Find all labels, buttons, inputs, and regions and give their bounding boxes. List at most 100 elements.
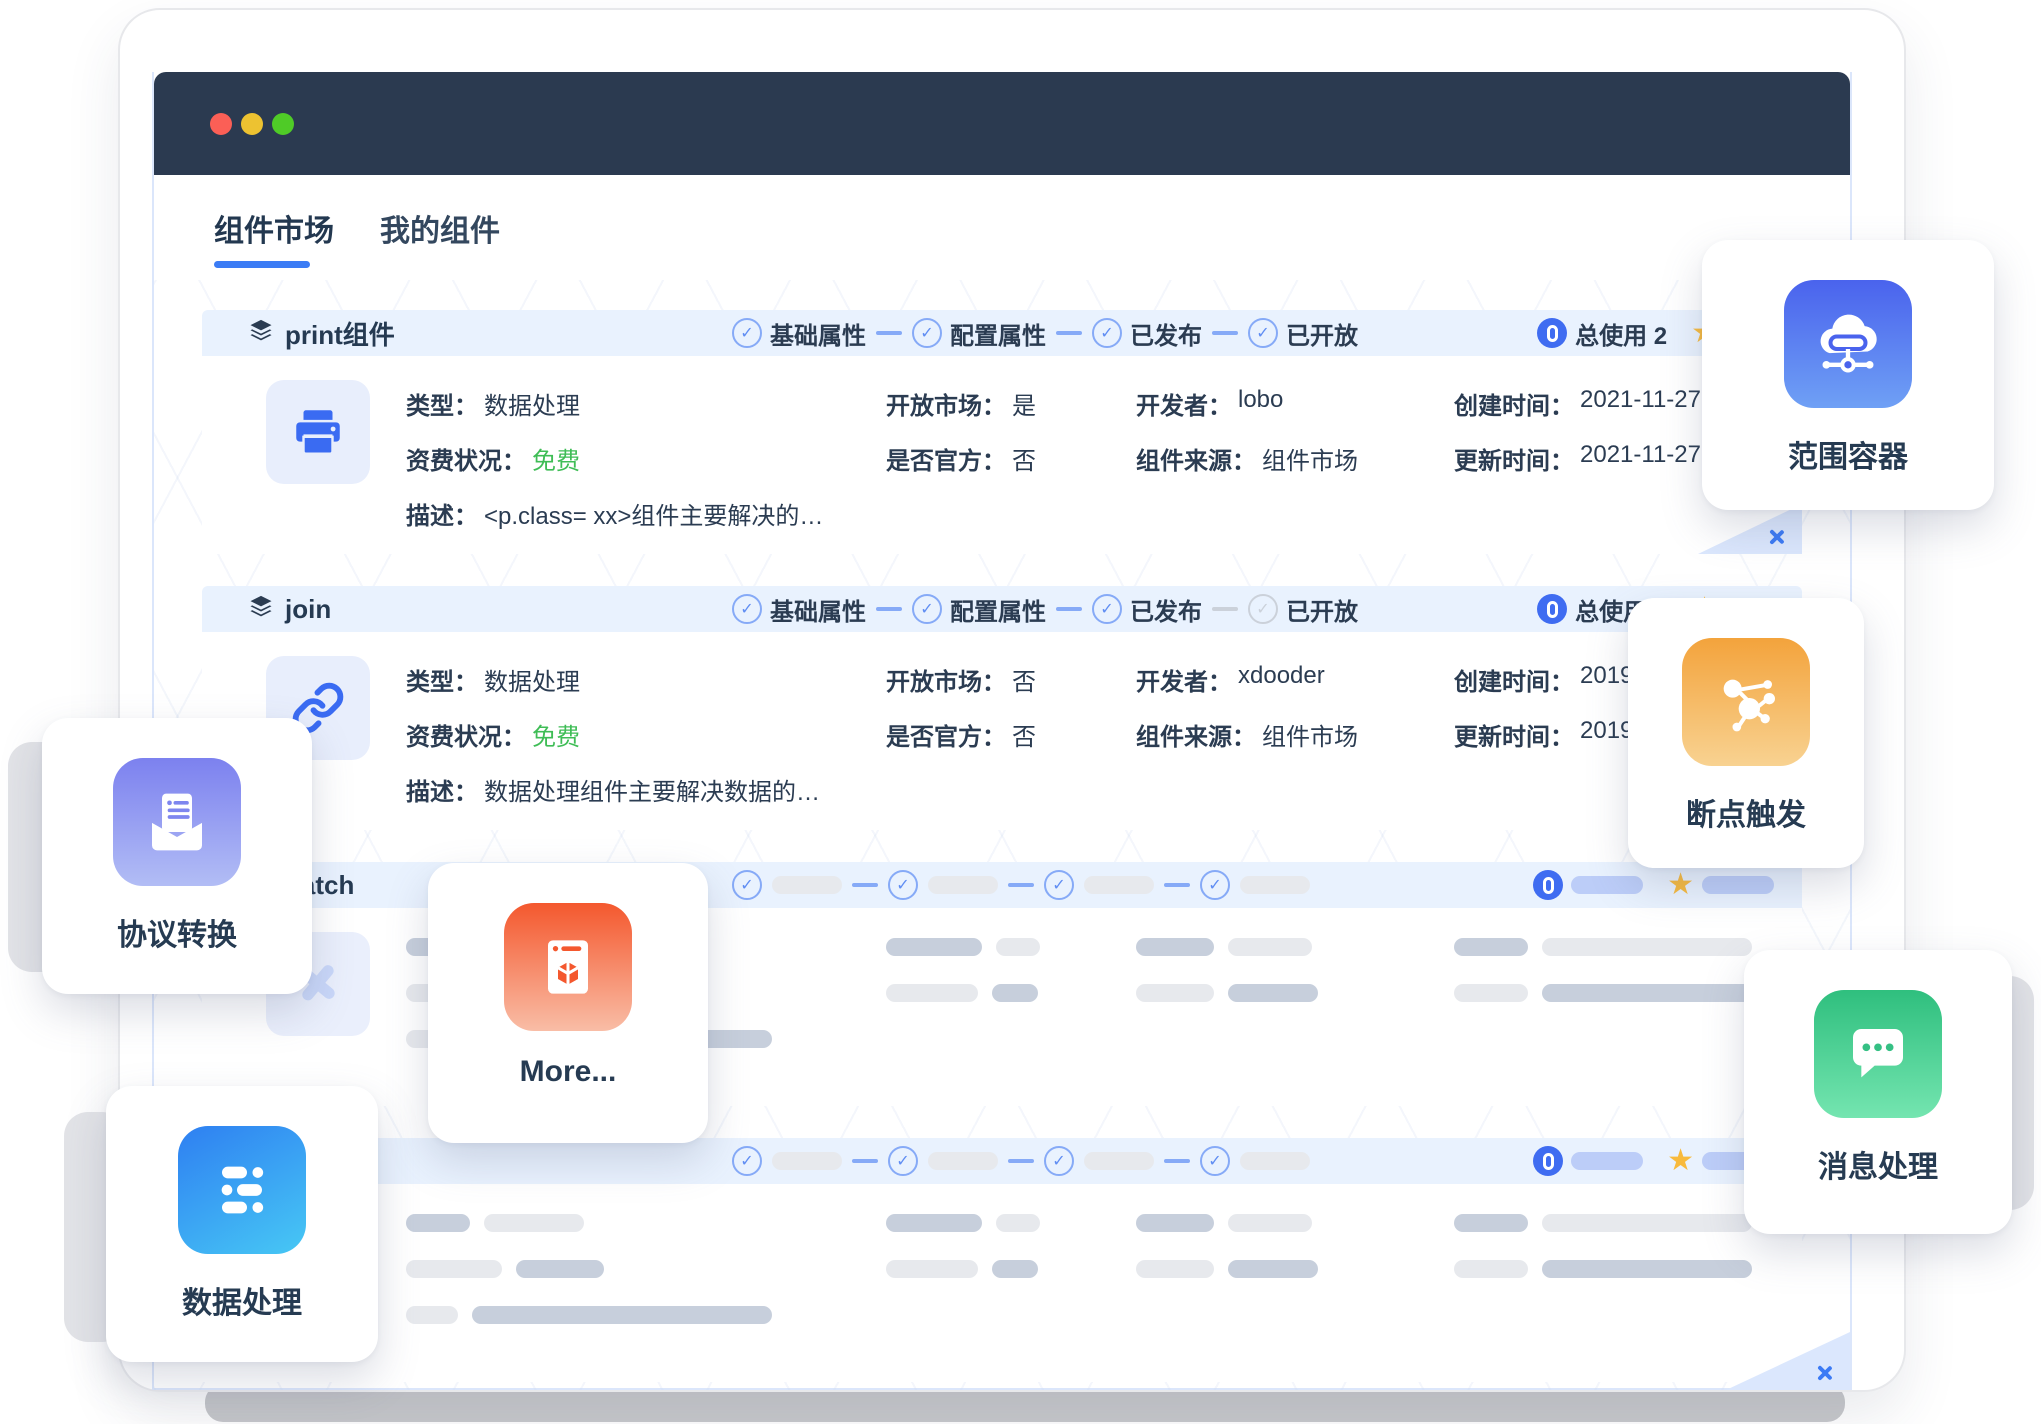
step-label: 配置属性 [950,592,1046,627]
placeholder-bar [772,876,842,894]
card-stats-skeleton: ★ [1533,870,1774,900]
close-window-button[interactable] [210,113,232,135]
placeholder-bar [992,1260,1038,1278]
tab-bar: 组件市场 我的组件 [154,175,1850,280]
check-icon: ✓ [888,870,918,900]
field-value: 免费 [532,441,580,476]
placeholder-bar [1454,1260,1528,1278]
check-icon: ✓ [1200,1146,1230,1176]
card-header: ✓ ✓ ✓ ✓ ★ [202,1138,1802,1184]
component-card-skeleton[interactable]: ✓ ✓ ✓ ✓ ★ [202,1138,1802,1382]
placeholder-bar [1571,876,1643,894]
field-value: 数据处理 [484,386,580,421]
component-card-print[interactable]: print组件 ✓基础属性 ✓配置属性 ✓已发布 ✓已开放 总使用 2 ★ 总评 [202,310,1802,554]
status-steps-skeleton: ✓ ✓ ✓ ✓ [732,1146,1310,1176]
placeholder-bar [1136,938,1214,956]
status-steps: ✓基础属性 ✓配置属性 ✓已发布 ✓已开放 [732,592,1358,627]
field-label: 资费状况： [406,717,526,752]
placeholder-bar [1228,984,1318,1002]
skeleton-column [1454,1208,1774,1306]
field-label: 类型： [406,662,478,697]
component-title: join [247,593,732,626]
step-connector [1212,607,1238,611]
check-icon: ✓ [1092,318,1122,348]
skeleton-column [1136,932,1454,1030]
placeholder-bar [406,1260,502,1278]
floating-card-data-processing[interactable]: 数据处理 [106,1086,378,1362]
field-label: 组件来源： [1136,717,1256,752]
check-icon: ✓ [732,1146,762,1176]
more-components-icon [504,903,632,1031]
placeholder-bar [1240,1152,1310,1170]
component-title: print组件 [247,315,732,352]
tab-my-components[interactable]: 我的组件 [380,175,500,280]
step-connector [1164,1159,1190,1163]
card-body: 类型：数据处理 资费状况：免费 描述：<p.class= xx>组件主要解决的…… [202,356,1802,554]
zoom-window-button[interactable] [272,113,294,135]
field-value: xdooder [1238,662,1325,697]
check-icon: ✓ [912,318,942,348]
usage-count-icon [1533,1146,1563,1176]
placeholder-bar [1702,876,1774,894]
field-column: 开发者：lobo 组件来源：组件市场 [1136,380,1454,496]
floating-card-label: 消息处理 [1818,1142,1938,1186]
minimize-window-button[interactable] [241,113,263,135]
star-icon: ★ [1667,1146,1694,1176]
placeholder-bar [992,984,1038,1002]
layers-icon [247,317,275,350]
check-icon: ✓ [912,594,942,624]
step-connector [1164,883,1190,887]
field-value: <p.class= xx>组件主要解决的… [484,496,823,531]
floating-card-protocol-conversion[interactable]: 协议转换 [42,718,312,994]
field-column: 类型：数据处理 资费状况：免费 描述：数据处理组件主要解决数据的… [406,656,886,827]
skeleton-column [1136,1208,1454,1306]
check-icon: ✓ [732,870,762,900]
field-label: 资费状况： [406,441,526,476]
placeholder-bar [1084,1152,1154,1170]
skeleton-column [886,1208,1136,1306]
field-label: 开发者： [1136,662,1232,697]
field-value: 数据处理组件主要解决数据的… [484,772,820,807]
field-label: 组件来源： [1136,441,1256,476]
floating-card-label: More... [520,1055,617,1089]
placeholder-bar [406,1306,458,1324]
card-body-skeleton [202,1184,1802,1382]
check-icon-inactive: ✓ [1248,594,1278,624]
step-connector [852,883,878,887]
floating-card-message-processing[interactable]: 消息处理 [1744,950,2012,1234]
layers-icon [247,593,275,626]
tab-label: 我的组件 [380,206,500,250]
card-header: join ✓基础属性 ✓配置属性 ✓已发布 ✓已开放 总使用 6 ★ 总评 [202,586,1802,632]
floating-card-more[interactable]: More... [428,863,708,1143]
field-value: 否 [1012,662,1036,697]
placeholder-bar [1542,1214,1752,1232]
component-card-join[interactable]: join ✓基础属性 ✓配置属性 ✓已发布 ✓已开放 总使用 6 ★ 总评 [202,586,1802,830]
placeholder-bar [516,1260,604,1278]
placeholder-bar [1136,1260,1214,1278]
field-column: 开发者：xdooder 组件来源：组件市场 [1136,656,1454,772]
floating-card-breakpoint-trigger[interactable]: 断点触发 [1628,598,1864,868]
window-titlebar [154,72,1850,175]
placeholder-bar [1136,1214,1214,1232]
card-corner-close[interactable] [1698,504,1802,554]
field-value: 组件市场 [1262,717,1358,752]
skeleton-column [1454,932,1774,1030]
page: 组件市场 我的组件 print组件 ✓基础属性 [0,0,2041,1424]
floating-card-label: 断点触发 [1686,790,1806,834]
floating-card-range-container[interactable]: 范围容器 [1702,240,1994,510]
check-icon: ✓ [1044,1146,1074,1176]
tab-component-market[interactable]: 组件市场 [214,175,334,280]
placeholder-bar [1228,1214,1312,1232]
check-icon: ✓ [1248,318,1278,348]
usage-count-icon [1533,870,1563,900]
step-label: 已发布 [1130,316,1202,351]
card-body: 类型：数据处理 资费状况：免费 描述：数据处理组件主要解决数据的… 开放市场：否… [202,632,1802,830]
field-value: lobo [1238,386,1283,421]
check-icon: ✓ [888,1146,918,1176]
field-label: 开发者： [1136,386,1232,421]
step-label: 已开放 [1286,316,1358,351]
star-icon: ★ [1667,870,1694,900]
field-value: 组件市场 [1262,441,1358,476]
close-icon [1766,527,1786,547]
step-connector [1056,331,1082,335]
